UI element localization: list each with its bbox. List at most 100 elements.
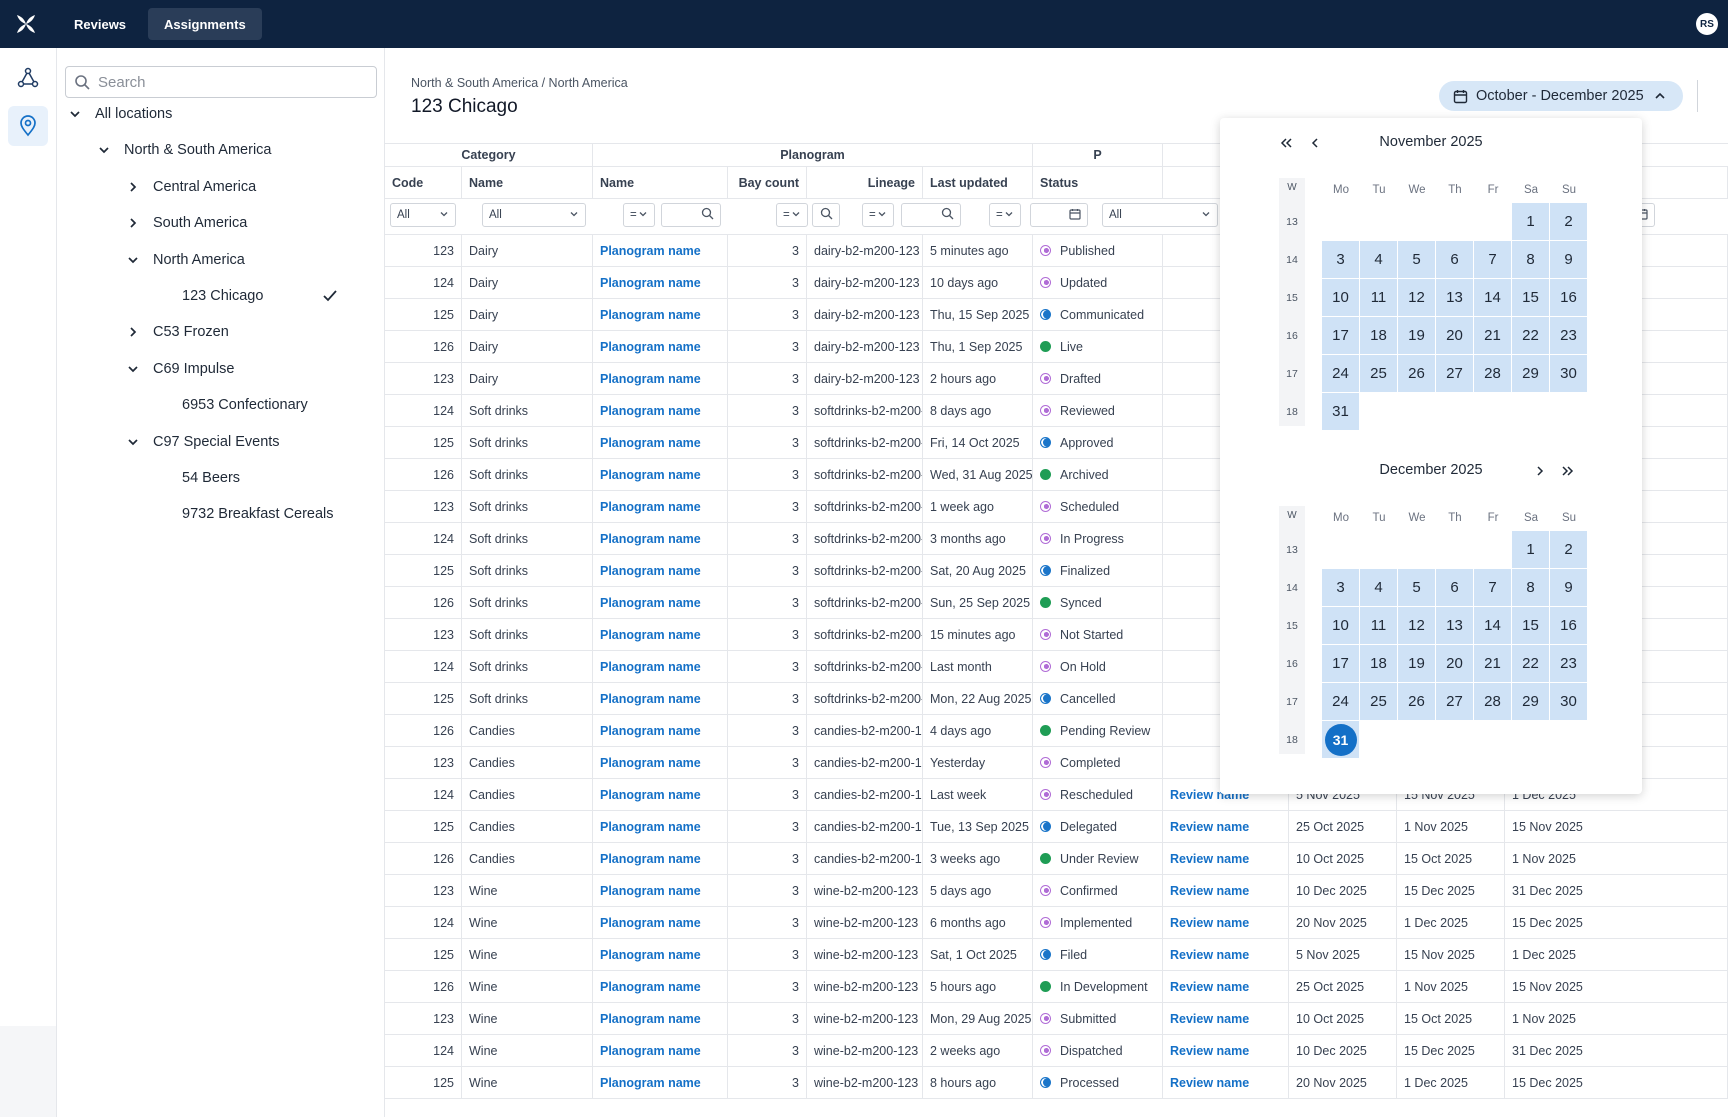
date-range-button[interactable]: October - December 2025 <box>1439 81 1683 111</box>
table-cell[interactable]: Planogram name <box>593 331 728 362</box>
avatar[interactable]: RS <box>1696 13 1718 35</box>
planogram-link[interactable]: Planogram name <box>600 596 701 610</box>
table-cell[interactable]: Planogram name <box>593 843 728 874</box>
calendar-day[interactable]: 24 <box>1322 683 1360 721</box>
planogram-link[interactable]: Planogram name <box>600 308 701 322</box>
planogram-link[interactable]: Planogram name <box>600 1076 701 1090</box>
tree-item[interactable]: C69 Impulse <box>121 357 234 381</box>
planogram-link[interactable]: Planogram name <box>600 564 701 578</box>
calendar-day[interactable]: 13 <box>1436 607 1474 645</box>
calendar-day[interactable]: 25 <box>1360 683 1398 721</box>
calendar-day[interactable]: 22 <box>1512 645 1550 683</box>
planogram-link[interactable]: Planogram name <box>600 1012 701 1026</box>
category-name-filter-select[interactable]: All <box>482 203 586 227</box>
table-cell[interactable]: Planogram name <box>593 235 728 266</box>
planogram-link[interactable]: Planogram name <box>600 724 701 738</box>
calendar-day[interactable]: 3 <box>1322 241 1360 279</box>
table-cell[interactable]: Planogram name <box>593 619 728 650</box>
calendar-day[interactable]: 11 <box>1360 607 1398 645</box>
table-row[interactable]: 126 Candies Planogram name 3 candies-b2-m200… <box>385 843 1728 875</box>
calendar-day[interactable]: 8 <box>1512 241 1550 279</box>
calendar-day[interactable]: 14 <box>1474 607 1512 645</box>
table-cell[interactable]: Review name <box>1163 1067 1289 1098</box>
operator-select[interactable]: = <box>862 203 894 227</box>
calendar-day[interactable]: 28 <box>1474 683 1512 721</box>
table-cell[interactable]: Planogram name <box>593 1003 728 1034</box>
calendar-day[interactable]: 17 <box>1322 645 1360 683</box>
calendar-day[interactable]: 19 <box>1398 645 1436 683</box>
table-row[interactable]: 124 Wine Planogram name 3 wine-b2-m200-123 6 … <box>385 907 1728 939</box>
calendar-day[interactable]: 29 <box>1512 683 1550 721</box>
previous-month-icon[interactable] <box>1304 132 1326 154</box>
tree-item[interactable]: 9732 Breakfast Cereals <box>150 502 334 526</box>
review-link[interactable]: Review name <box>1170 980 1249 994</box>
table-cell[interactable]: Planogram name <box>593 491 728 522</box>
tab-assignments[interactable]: Assignments <box>148 8 262 40</box>
review-link[interactable]: Review name <box>1170 1044 1249 1058</box>
calendar-day[interactable]: 5 <box>1398 241 1436 279</box>
tree-item[interactable]: North America <box>121 248 245 272</box>
calendar-day[interactable]: 21 <box>1474 645 1512 683</box>
previous-year-icon[interactable] <box>1275 132 1297 154</box>
last-updated-filter-input[interactable] <box>1030 203 1088 227</box>
tree-item[interactable]: 54 Beers <box>150 466 240 490</box>
calendar-day[interactable]: 6 <box>1436 241 1474 279</box>
table-cell[interactable]: Planogram name <box>593 747 728 778</box>
table-cell[interactable]: Review name <box>1163 939 1289 970</box>
table-row[interactable]: 125 Candies Planogram name 3 candies-b2-m200… <box>385 811 1728 843</box>
review-link[interactable]: Review name <box>1170 820 1249 834</box>
planogram-link[interactable]: Planogram name <box>600 340 701 354</box>
calendar-day[interactable]: 16 <box>1550 279 1588 317</box>
planogram-link[interactable]: Planogram name <box>600 1044 701 1058</box>
planogram-link[interactable]: Planogram name <box>600 756 701 770</box>
table-cell[interactable]: Planogram name <box>593 875 728 906</box>
calendar-day[interactable]: 26 <box>1398 355 1436 393</box>
calendar-day[interactable]: 11 <box>1360 279 1398 317</box>
tree-item[interactable]: 6953 Confectionary <box>150 393 308 417</box>
planogram-link[interactable]: Planogram name <box>600 916 701 930</box>
review-link[interactable]: Review name <box>1170 884 1249 898</box>
calendar-day[interactable]: 8 <box>1512 569 1550 607</box>
table-cell[interactable]: Planogram name <box>593 363 728 394</box>
planogram-link[interactable]: Planogram name <box>600 660 701 674</box>
next-year-icon[interactable] <box>1557 460 1579 482</box>
review-link[interactable]: Review name <box>1170 916 1249 930</box>
tree-item[interactable]: C97 Special Events <box>121 430 280 454</box>
planogram-name-filter-input[interactable] <box>661 203 721 227</box>
planogram-link[interactable]: Planogram name <box>600 692 701 706</box>
bay-count-filter-input[interactable] <box>812 203 840 227</box>
table-cell[interactable]: Review name <box>1163 875 1289 906</box>
calendar-day[interactable]: 27 <box>1436 683 1474 721</box>
next-month-icon[interactable] <box>1529 460 1551 482</box>
chevron-down-icon[interactable] <box>92 138 116 162</box>
planogram-link[interactable]: Planogram name <box>600 980 701 994</box>
calendar-day[interactable]: 30 <box>1550 355 1588 393</box>
planogram-link[interactable]: Planogram name <box>600 244 701 258</box>
table-row[interactable]: 123 Wine Planogram name 3 wine-b2-m200-123 5 … <box>385 875 1728 907</box>
tree-item[interactable]: 123 Chicago <box>150 284 263 308</box>
tree-item[interactable]: All locations <box>63 102 172 126</box>
table-cell[interactable]: Planogram name <box>593 779 728 810</box>
calendar-day[interactable]: 17 <box>1322 317 1360 355</box>
calendar-day[interactable]: 1 <box>1512 203 1550 241</box>
table-cell[interactable]: Planogram name <box>593 267 728 298</box>
planogram-link[interactable]: Planogram name <box>600 884 701 898</box>
chevron-down-icon[interactable] <box>121 248 145 272</box>
breadcrumb[interactable]: North & South America / North America <box>411 76 628 90</box>
chevron-down-icon[interactable] <box>63 102 87 126</box>
table-cell[interactable]: Planogram name <box>593 683 728 714</box>
calendar-day[interactable]: 7 <box>1474 241 1512 279</box>
table-cell[interactable]: Review name <box>1163 1035 1289 1066</box>
tab-reviews[interactable]: Reviews <box>58 8 142 40</box>
calendar-day[interactable]: 18 <box>1360 645 1398 683</box>
table-cell[interactable]: Planogram name <box>593 555 728 586</box>
calendar-day[interactable]: 5 <box>1398 569 1436 607</box>
calendar-day[interactable]: 28 <box>1474 355 1512 393</box>
table-cell[interactable]: Review name <box>1163 843 1289 874</box>
review-link[interactable]: Review name <box>1170 948 1249 962</box>
calendar-day[interactable]: 29 <box>1512 355 1550 393</box>
planogram-link[interactable]: Planogram name <box>600 404 701 418</box>
table-cell[interactable]: Planogram name <box>593 459 728 490</box>
table-cell[interactable]: Review name <box>1163 971 1289 1002</box>
tree-item[interactable]: North & South America <box>92 138 272 162</box>
